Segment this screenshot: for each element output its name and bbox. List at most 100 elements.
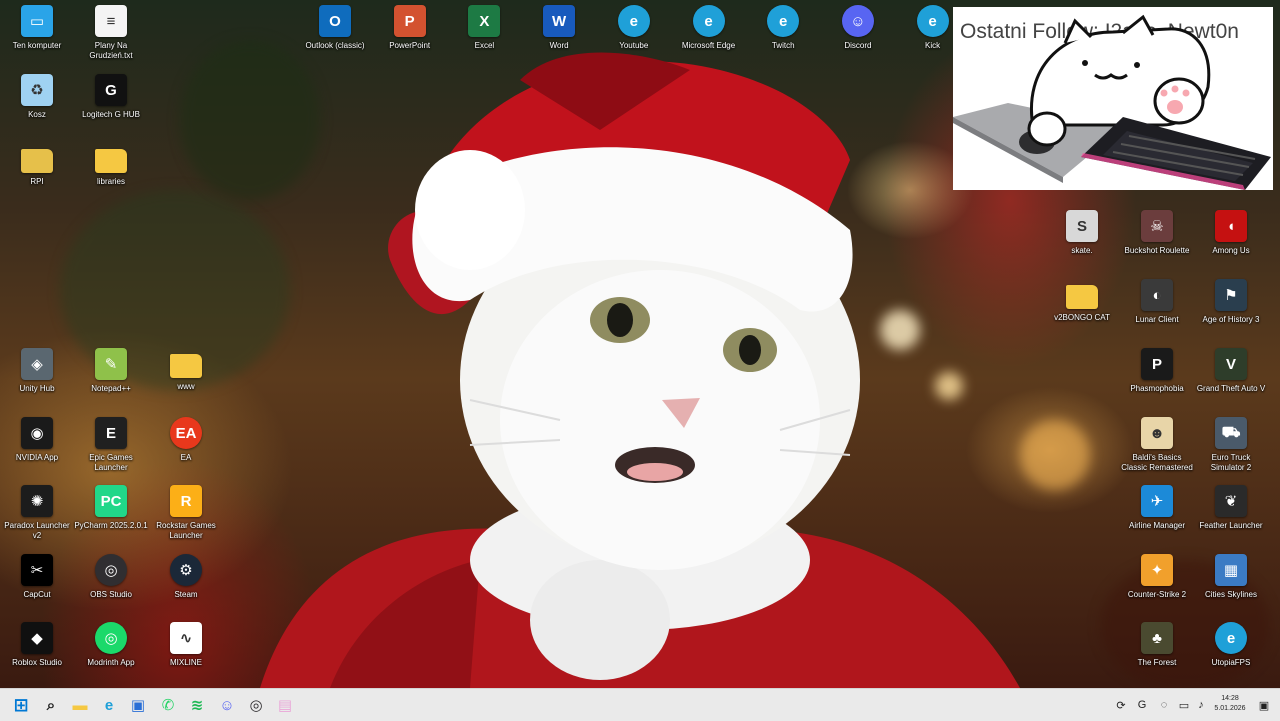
desktop-icon-right-15[interactable]: e UtopiaFPS [1194, 622, 1268, 668]
desktop-icon-top-0[interactable]: O Outlook (classic) [298, 5, 372, 51]
desktop-icon-left-18[interactable]: ◆ Roblox Studio [0, 622, 74, 668]
desktop-icon-top-3[interactable]: W Word [522, 5, 596, 51]
desktop-icon-left-6[interactable]: ◈ Unity Hub [0, 348, 74, 394]
clock-date: 5.01.2026 [1214, 705, 1246, 712]
taskbar-clock[interactable]: 14:28 5.01.2026 [1208, 694, 1252, 714]
capcut-icon: ✂ [21, 554, 53, 586]
desktop-icon-right-6[interactable]: P Phasmophobia [1120, 348, 1194, 394]
desktop-icon-label: UtopiaFPS [1211, 658, 1251, 667]
desktop-icon-label: Paradox Launcher v2 [4, 521, 70, 540]
desktop-icon-right-13[interactable]: ▦ Cities Skylines [1194, 554, 1268, 600]
desktop-icon-top-5[interactable]: e Microsoft Edge [672, 5, 746, 51]
desktop-icon-top-1[interactable]: P PowerPoint [373, 5, 447, 51]
desktop-icon-left-0[interactable]: ▭ Ten komputer [0, 5, 74, 51]
folder-icon [95, 149, 127, 173]
buckshot-icon: ☠ [1141, 210, 1173, 242]
taskbar-obs-button[interactable]: ◎ [245, 694, 267, 716]
search-icon: ⌕ [46, 696, 56, 714]
desktop-icon-left-17[interactable]: ⚙ Steam [149, 554, 223, 600]
desktop-icon-left-14[interactable]: R Rockstar Games Launcher [149, 485, 223, 541]
baldi-icon: ☻ [1141, 417, 1173, 449]
desktop-icon-right-11[interactable]: ❦ Feather Launcher [1194, 485, 1268, 531]
desktop-icon-left-5[interactable]: libraries [74, 143, 148, 187]
whatsapp-icon: ✆ [161, 697, 175, 714]
edge-icon: e [1215, 622, 1247, 654]
desktop-icon-label: skate. [1071, 246, 1093, 255]
desktop-icon-right-12[interactable]: ✦ Counter-Strike 2 [1120, 554, 1194, 600]
desktop-icon-label: Buckshot Roulette [1124, 246, 1190, 255]
taskbar-edge-button[interactable]: e [98, 694, 120, 716]
desktop-icon-label: v2BONGO CAT [1054, 313, 1110, 322]
network-icon[interactable]: ⟳ [1114, 698, 1128, 712]
taskbar-bongo-cat-button[interactable]: ▤ [274, 694, 296, 716]
desktop-icon-right-0[interactable]: Sskate. [1045, 210, 1119, 256]
desktop-icon-label: Cities Skylines [1204, 590, 1257, 599]
epic-icon: E [95, 417, 127, 449]
feather-icon: ❦ [1215, 485, 1247, 517]
steam-icon: ⚙ [170, 554, 202, 586]
desktop-icon-top-4[interactable]: e Youtube [597, 5, 671, 51]
desktop-icon-label: Counter-Strike 2 [1127, 590, 1187, 599]
obs-icon: ◎ [95, 554, 127, 586]
desktop-icon-left-4[interactable]: RPI [0, 143, 74, 187]
taskbar-whatsapp-button[interactable]: ✆ [157, 694, 179, 716]
desktop-icon-label: Outlook (classic) [305, 41, 365, 50]
desktop-icon-left-15[interactable]: ✂ CapCut [0, 554, 74, 600]
display-icon[interactable]: ▭ [1177, 698, 1191, 712]
taskbar: ⊞ ⌕ ▬ e ▣ ✆ ≋ ☺ ◎ ▤ ⟳ G ◌ ▭ ♪ 14:28 5.01.2026 ▣ [0, 688, 1280, 721]
circle-arrow-icon[interactable]: ◌ [1157, 698, 1171, 712]
folder-icon [21, 149, 53, 173]
desktop-icon-right-1[interactable]: ☠ Buckshot Roulette [1120, 210, 1194, 256]
desktop-icon-left-20[interactable]: ∿ MIXLINE [149, 622, 223, 668]
desktop-icon-right-8[interactable]: ☻ Baldi's Basics Classic Remastered [1120, 417, 1194, 473]
desktop-icon-top-7[interactable]: ☺ Discord [821, 5, 895, 51]
desktop-icon-left-10[interactable]: E Epic Games Launcher [74, 417, 148, 473]
taskbar-spotify-button[interactable]: ≋ [186, 694, 208, 716]
taskbar-search-button[interactable]: ⌕ [40, 694, 62, 716]
desktop-icon-left-8[interactable]: www [149, 348, 223, 392]
desktop-icon-left-3[interactable]: G Logitech G HUB [74, 74, 148, 120]
skate-icon: S [1066, 210, 1098, 242]
desktop-icon-label: Roblox Studio [12, 658, 62, 667]
mixline-icon: ∿ [170, 622, 202, 654]
word-icon: W [543, 5, 576, 37]
gta-icon: V [1215, 348, 1247, 380]
stream-overlay: Ostatni Follow: I2aac_Newt0n [953, 7, 1273, 190]
desktop-icon-right-7[interactable]: V Grand Theft Auto V [1194, 348, 1268, 394]
desktop-icon-right-4[interactable]: ◐ Lunar Client [1120, 279, 1194, 325]
taskbar-store-button[interactable]: ▣ [127, 694, 149, 716]
desktop-icon-top-6[interactable]: e Twitch [746, 5, 820, 51]
desktop-icon-left-12[interactable]: ✺ Paradox Launcher v2 [0, 485, 74, 541]
desktop-icon-left-19[interactable]: ◎ Modrinth App [74, 622, 148, 668]
logitech-icon[interactable]: G [1135, 698, 1149, 712]
desktop-icon-label: Unity Hub [19, 384, 55, 393]
desktop-icon-left-2[interactable]: ♻ Kosz [0, 74, 74, 120]
taskbar-start-button[interactable]: ⊞ [10, 694, 32, 716]
logitech-icon: G [95, 74, 127, 106]
desktop-icon-left-11[interactable]: EA EA [149, 417, 223, 463]
desktop-icon-top-2[interactable]: X Excel [447, 5, 521, 51]
volume-icon[interactable]: ♪ [1194, 698, 1208, 712]
notification-icon[interactable]: ▣ [1257, 698, 1271, 712]
bongo-cat-image [953, 14, 1271, 190]
desktop-icon-right-14[interactable]: ♣ The Forest [1120, 622, 1194, 668]
taskbar-discord-button[interactable]: ☺ [216, 694, 238, 716]
desktop-icon-left-1[interactable]: ≡ Plany Na Grudzień.txt [74, 5, 148, 61]
folder-icon [1066, 285, 1098, 309]
lunar-icon: ◐ [1141, 279, 1173, 311]
desktop-icon-right-9[interactable]: ⛟ Euro Truck Simulator 2 [1194, 417, 1268, 473]
desktop-icon-left-7[interactable]: ✎ Notepad++ [74, 348, 148, 394]
desktop-icon-left-13[interactable]: PC PyCharm 2025.2.0.1 [74, 485, 148, 531]
desktop-icon-label: www [177, 382, 195, 391]
desktop-icon-right-3[interactable]: v2BONGO CAT [1045, 279, 1119, 323]
desktop-icon-right-10[interactable]: ✈ Airline Manager [1120, 485, 1194, 531]
desktop-icon-label: OBS Studio [90, 590, 132, 599]
desktop-icon-right-2[interactable]: ◖ Among Us [1194, 210, 1268, 256]
desktop-icon-left-16[interactable]: ◎ OBS Studio [74, 554, 148, 600]
recycle-bin-icon: ♻ [21, 74, 53, 106]
nvidia-icon: ◉ [21, 417, 53, 449]
windows-start-icon: ⊞ [13, 694, 29, 715]
desktop-icon-right-5[interactable]: ⚑ Age of History 3 [1194, 279, 1268, 325]
desktop-icon-left-9[interactable]: ◉ NVIDIA App [0, 417, 74, 463]
taskbar-file-explorer-button[interactable]: ▬ [69, 694, 91, 716]
